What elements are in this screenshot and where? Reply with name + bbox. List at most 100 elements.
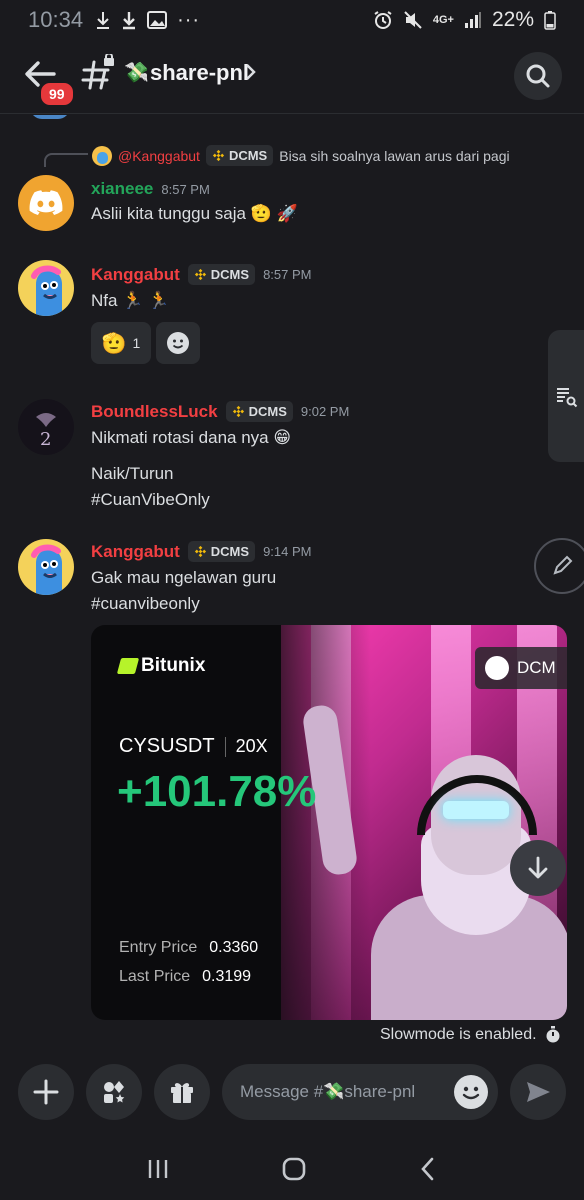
dark-emblem-avatar: 2	[18, 399, 74, 455]
reply-username[interactable]: @Kanggabut	[118, 148, 200, 164]
salute-emoji: 🫡	[101, 332, 127, 355]
svg-text:2: 2	[40, 429, 51, 450]
avatar[interactable]: 2	[18, 399, 74, 455]
avatar	[92, 145, 112, 166]
message-text: Aslii kita tunggu saja 🫡 🚀	[91, 204, 298, 223]
server-tag: DCMS	[205, 145, 274, 166]
dcm-badge: DCM	[475, 647, 567, 689]
channel-header: 99 💸 share-pnl	[0, 40, 584, 114]
username[interactable]: xianeee	[91, 179, 153, 199]
gift-button[interactable]	[154, 1064, 210, 1120]
send-icon	[527, 1082, 550, 1102]
reaction-chip[interactable]: 🫡 1	[91, 322, 151, 364]
status-bar: 10:34 ··· 4G+ 22%	[0, 0, 584, 40]
download-icon	[123, 12, 136, 30]
avatar[interactable]	[30, 115, 70, 119]
avatar[interactable]	[18, 260, 74, 316]
channel-name[interactable]: share-pnl	[150, 60, 249, 86]
smiley-icon	[167, 332, 189, 354]
mute-icon	[404, 11, 422, 29]
message-text: Nikmati rotasi dana nya 😁	[91, 428, 292, 447]
new-thread-button[interactable]	[534, 538, 584, 594]
reply-connector	[44, 153, 88, 167]
battery-percent: 22%	[491, 8, 534, 31]
smiley-icon	[462, 1086, 480, 1100]
alarm-icon	[374, 11, 392, 29]
reaction-count: 1	[132, 335, 141, 351]
server-tag: DCMS	[225, 401, 293, 422]
apps-button[interactable]	[86, 1064, 142, 1120]
timestamp: 8:57 PM	[263, 267, 312, 282]
message-list[interactable]: @Kanggabut DCMS Bisa sih soalnya lawan a…	[0, 115, 584, 1050]
more-notifications: ···	[177, 8, 201, 31]
reply-text: Bisa sih soalnya lawan arus dari pagi	[279, 147, 510, 164]
locked-channel-icon	[81, 54, 114, 90]
pnl-percent: +101.78%	[117, 767, 317, 816]
system-nav-bar	[0, 1138, 584, 1200]
discord-logo-icon	[29, 190, 63, 215]
download-icon	[97, 12, 110, 29]
money-emoji: 💸	[124, 62, 149, 84]
binance-icon	[232, 405, 244, 418]
clock: 10:34	[28, 7, 84, 32]
visor-graphic	[443, 801, 509, 819]
chevron-right-icon[interactable]	[244, 62, 258, 82]
binance-icon	[212, 149, 225, 162]
message-text: Nfa 🏃 🏃	[91, 291, 170, 310]
bitunix-logo: Bitunix	[116, 655, 205, 677]
network-type: 4G+	[432, 14, 454, 26]
entry-price: Entry Price 0.3360	[119, 939, 259, 956]
pnl-image-attachment[interactable]: DCM Bitunix CYSUSDT 20X +101.78% Entry P…	[91, 625, 567, 1020]
add-attachment-button[interactable]	[18, 1064, 74, 1120]
avatar[interactable]	[18, 175, 74, 231]
dcm-logo-icon	[485, 656, 509, 680]
username[interactable]: BoundlessLuck	[91, 402, 218, 422]
message-text: Naik/Turun	[91, 464, 174, 483]
server-tag: DCMS	[187, 264, 256, 285]
slowmode-notice: Slowmode is enabled.	[380, 1026, 561, 1044]
arrow-down-icon	[528, 856, 548, 879]
timestamp: 9:14 PM	[263, 544, 312, 559]
search-icon	[526, 64, 550, 88]
message-placeholder: Message #💸share-pnl	[240, 1082, 416, 1101]
home-icon[interactable]	[281, 1156, 307, 1182]
search-button[interactable]	[514, 52, 562, 100]
avatar[interactable]	[18, 539, 74, 595]
list-search-icon	[557, 388, 578, 408]
blue-monster-avatar	[31, 544, 62, 595]
message-input[interactable]: Message #💸share-pnl	[222, 1064, 498, 1120]
binance-icon	[194, 545, 206, 558]
timestamp: 8:57 PM	[161, 181, 210, 197]
pencil-icon	[553, 555, 573, 575]
last-price: Last Price 0.3199	[119, 968, 252, 985]
timestamp: 9:02 PM	[300, 404, 350, 419]
message-text: #CuanVibeOnly	[91, 490, 210, 509]
message-text: Gak mau ngelawan guru	[91, 568, 277, 587]
stopwatch-icon	[546, 1026, 560, 1043]
send-button[interactable]	[510, 1064, 566, 1120]
emoji-button[interactable]	[454, 1075, 488, 1109]
plus-icon	[33, 1079, 59, 1105]
battery-icon	[544, 11, 556, 30]
binance-icon	[194, 268, 206, 281]
add-reaction-button[interactable]	[156, 322, 200, 364]
leverage: 20X	[235, 736, 268, 756]
jump-to-bottom-button[interactable]	[510, 840, 566, 896]
reply-reference[interactable]: @Kanggabut DCMS Bisa sih soalnya lawan a…	[92, 145, 510, 166]
recent-apps-icon[interactable]	[146, 1157, 170, 1181]
username[interactable]: Kanggabut	[91, 265, 180, 285]
username[interactable]: Kanggabut	[91, 542, 180, 562]
apps-icon	[104, 1081, 125, 1103]
trading-pair: CYSUSDT 20X	[119, 735, 268, 757]
message-text: #cuanvibeonly	[91, 594, 200, 613]
gift-icon	[171, 1083, 193, 1103]
server-tag: DCMS	[187, 541, 256, 562]
unread-badge: 99	[38, 80, 76, 108]
message-search-tab[interactable]	[548, 330, 584, 462]
bitunix-mark-icon	[116, 658, 140, 674]
signal-icon	[464, 12, 481, 28]
message-composer: Message #💸share-pnl	[0, 1060, 584, 1126]
back-icon[interactable]	[418, 1156, 438, 1182]
gallery-icon	[147, 11, 168, 29]
blue-monster-avatar	[31, 265, 62, 316]
